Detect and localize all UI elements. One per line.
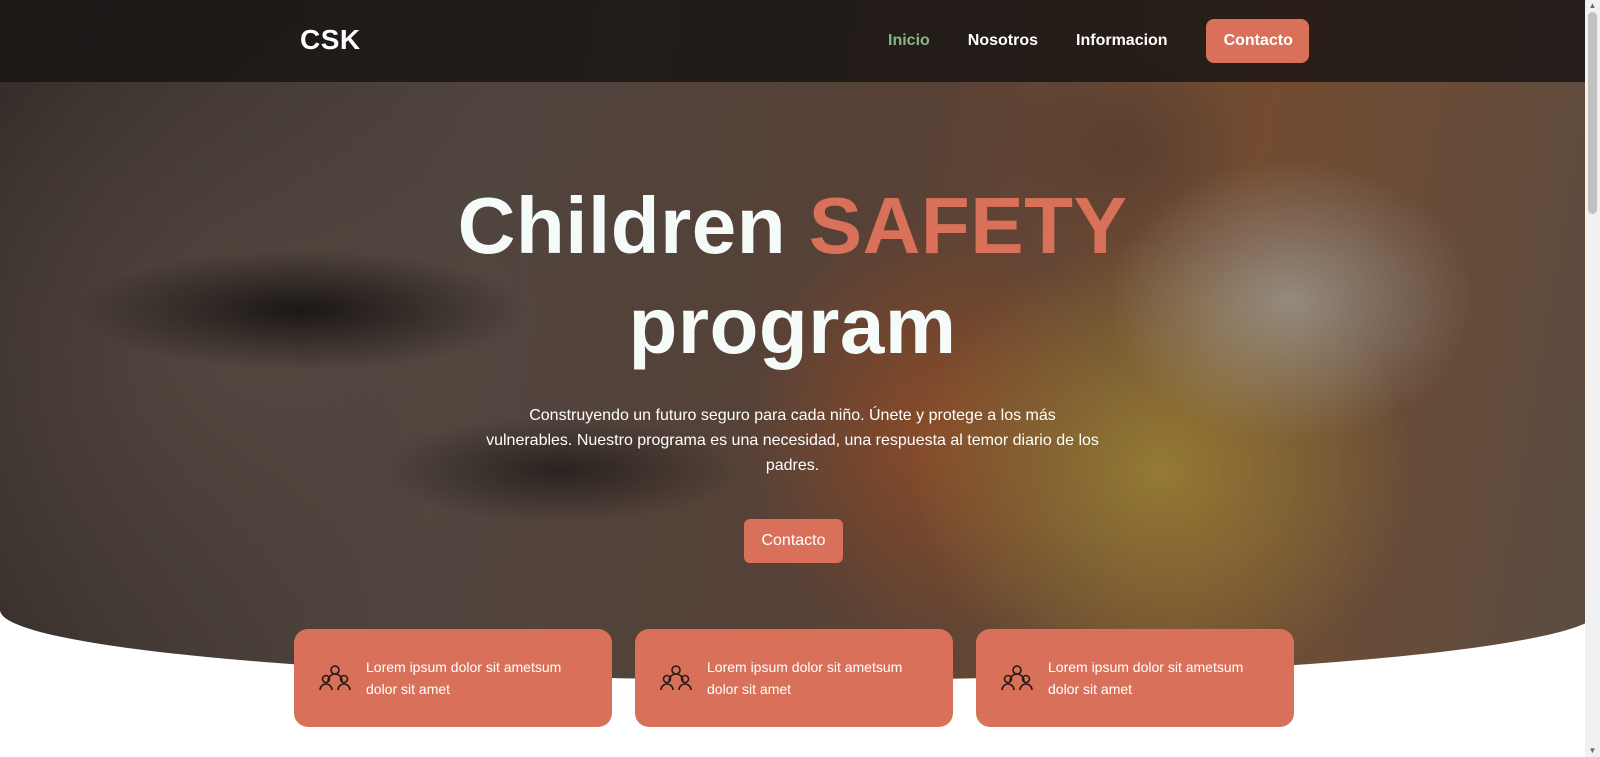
- scroll-down-arrow-icon[interactable]: ▼: [1585, 745, 1600, 757]
- hero-title-part2: program: [628, 281, 957, 370]
- vertical-scrollbar[interactable]: ▲ ▼: [1585, 0, 1600, 757]
- feature-card[interactable]: Lorem ipsum dolor sit ametsum dolor sit …: [635, 629, 953, 727]
- hero-title: Children SAFETY program: [400, 176, 1185, 376]
- hero-subtitle: Construyendo un futuro seguro para cada …: [486, 407, 1099, 474]
- group-icon: [1001, 665, 1033, 691]
- feature-card[interactable]: Lorem ipsum dolor sit ametsum dolor sit …: [976, 629, 1294, 727]
- hero-title-part1: Children: [457, 181, 787, 270]
- feature-card-text: Lorem ipsum dolor sit ametsum dolor sit …: [1048, 659, 1244, 697]
- group-icon: [319, 665, 351, 691]
- site-logo[interactable]: CSK: [300, 24, 361, 56]
- hero-contact-button[interactable]: Contacto: [744, 519, 843, 563]
- feature-cards: Lorem ipsum dolor sit ametsum dolor sit …: [294, 629, 1294, 727]
- group-icon: [660, 665, 692, 691]
- landing-page: CSK Inicio Nosotros Informacion Contacto…: [0, 0, 1600, 757]
- nav-item-informacion[interactable]: Informacion: [1076, 32, 1168, 50]
- nav-item-inicio[interactable]: Inicio: [888, 32, 930, 50]
- contact-nav-button[interactable]: Contacto: [1205, 19, 1309, 63]
- feature-card-text: Lorem ipsum dolor sit ametsum dolor sit …: [366, 659, 562, 697]
- scroll-up-arrow-icon[interactable]: ▲: [1585, 0, 1600, 12]
- main-nav: Inicio Nosotros Informacion Contacto: [888, 19, 1309, 63]
- hero-title-accent: SAFETY: [808, 181, 1128, 270]
- feature-card[interactable]: Lorem ipsum dolor sit ametsum dolor sit …: [294, 629, 612, 727]
- scrollbar-thumb[interactable]: [1588, 12, 1597, 214]
- nav-item-nosotros[interactable]: Nosotros: [968, 32, 1038, 50]
- site-header: CSK Inicio Nosotros Informacion Contacto: [0, 0, 1600, 82]
- feature-card-text: Lorem ipsum dolor sit ametsum dolor sit …: [707, 659, 903, 697]
